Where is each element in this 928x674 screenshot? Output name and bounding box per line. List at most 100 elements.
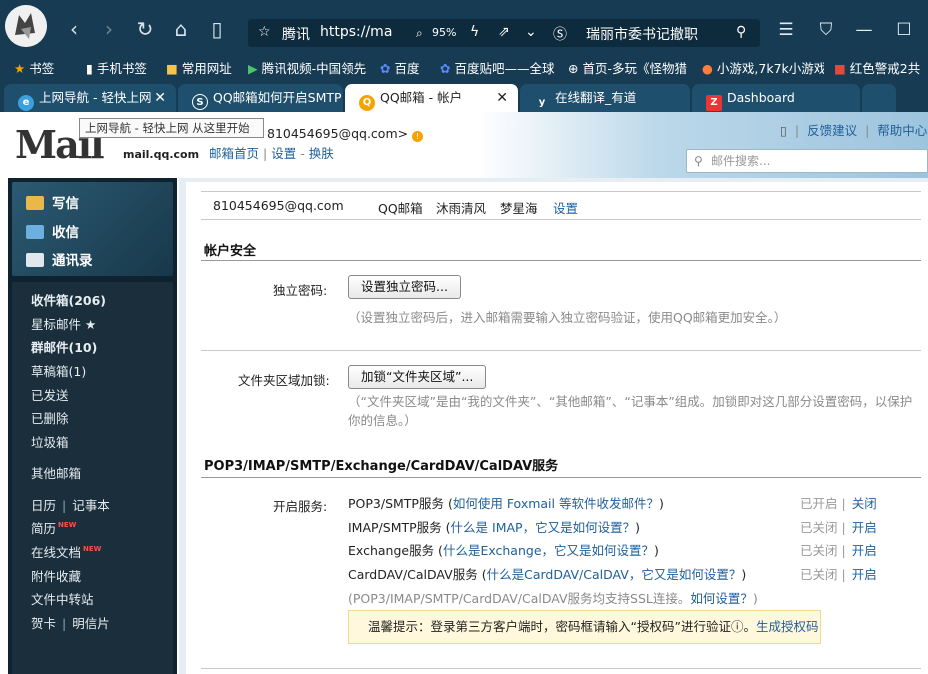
service-exchange: Exchange服务 (什么是Exchange，它又是如何设置？) — [348, 543, 659, 558]
carddav-toggle-link[interactable]: 开启 — [852, 567, 877, 582]
zoom-icon[interactable]: ⌕ — [416, 26, 423, 41]
mobile-icon[interactable]: ▯ — [780, 123, 787, 138]
contacts-button[interactable]: 通讯录 — [26, 249, 93, 269]
refresh-icon[interactable]: ↻ — [132, 16, 158, 42]
maximize-icon[interactable]: ☐ — [890, 16, 918, 44]
folder-list: 收件箱(206) 星标邮件 ★ 群邮件(10) 草稿箱(1) 已发送 已删除 垃… — [12, 282, 173, 674]
folder-spam[interactable]: 垃圾箱 — [31, 432, 69, 451]
bookmark-item[interactable]: ■ 红色警戒2共 — [834, 58, 928, 77]
bookmark-item[interactable]: ⊕ 首页-多玩《怪物猎 — [568, 58, 690, 77]
lightning-icon[interactable]: ϟ — [470, 24, 479, 40]
search-text[interactable]: 瑞丽市委书记撤职 — [586, 24, 698, 44]
pop3-help-link[interactable]: 如何使用 Foxmail 等软件收发邮件？ — [453, 496, 659, 511]
bookmark-star-icon[interactable]: ☆ — [258, 24, 271, 40]
navigation-site-icon: e — [18, 95, 34, 111]
dropdown-icon[interactable]: ⌄ — [525, 24, 537, 40]
help-link[interactable]: 帮助中心 — [877, 123, 927, 138]
game-icon: ■ — [834, 61, 846, 76]
folder-starred[interactable]: 星标邮件 ★ — [31, 314, 96, 333]
phone-icon: ▮ — [86, 61, 93, 76]
new-tab-button[interactable] — [862, 84, 896, 112]
imap-help-link[interactable]: 什么是 IMAP，它又是如何设置？ — [451, 520, 636, 535]
share-icon[interactable]: ⇗ — [498, 24, 510, 40]
compose-button[interactable]: 写信 — [26, 192, 79, 212]
calendar-link[interactable]: 日历 — [31, 498, 56, 513]
folder-other[interactable]: 其他邮箱 — [31, 463, 81, 482]
notes-link[interactable]: 记事本 — [72, 498, 110, 513]
site-name: 腾讯 — [282, 27, 310, 43]
search-icon[interactable]: ⚲ — [736, 24, 746, 40]
imap-toggle-link[interactable]: 开启 — [852, 520, 877, 535]
home-icon[interactable]: ⌂ — [168, 16, 194, 42]
folder-sent[interactable]: 已发送 — [31, 385, 69, 404]
tab-qq-mail[interactable]: Q QQ邮箱 - 帐户 ✕ — [345, 84, 518, 112]
folder-group[interactable]: 群邮件(10) — [31, 337, 97, 356]
lock-folder-button[interactable]: 加锁“文件夹区域”... — [348, 365, 487, 389]
resume-link[interactable]: 简历 NEW — [31, 518, 76, 537]
pop3-toggle-link[interactable]: 关闭 — [852, 496, 877, 511]
tab-tooltip: 上网导航 - 轻快上网 从这里开始 — [79, 118, 264, 138]
receive-button[interactable]: 收信 — [26, 221, 79, 241]
reader-icon[interactable]: ▯ — [204, 16, 230, 42]
browser-chrome: ‹ › ↻ ⌂ ▯ ☆ 腾讯 https://ma ⌕ 95% ϟ ⇗ ⌄ Ⓢ … — [0, 0, 928, 112]
dashboard-icon: Z — [706, 95, 722, 111]
folder-deleted[interactable]: 已删除 — [31, 408, 69, 427]
user-avatar[interactable] — [5, 5, 47, 47]
attachments-link[interactable]: 附件收藏 — [31, 566, 81, 585]
menu-icon[interactable]: ☰ — [772, 16, 800, 44]
bookmark-item[interactable]: ✿ 百度 — [380, 58, 419, 77]
close-icon[interactable]: ✕ — [496, 84, 508, 112]
bookmark-item[interactable]: ■ 常用网址 — [166, 58, 232, 77]
bookmark-item[interactable]: ✿ 百度贴吧——全球 — [440, 58, 556, 77]
file-transfer-link[interactable]: 文件中转站 — [31, 589, 94, 608]
search-engine-icon[interactable]: Ⓢ — [553, 24, 567, 44]
feedback-link[interactable]: 反馈建议 — [807, 123, 857, 138]
back-icon[interactable]: ‹ — [61, 16, 87, 42]
postcard-link[interactable]: 明信片 — [72, 616, 110, 631]
generate-auth-code-link[interactable]: 生成授权码 — [756, 619, 819, 634]
carddav-help-link[interactable]: 什么是CardDAV/CalDAV，它又是如何设置？ — [487, 567, 742, 582]
url-text[interactable]: https://ma — [320, 24, 392, 40]
bookmark-item[interactable]: ● 小游戏,7k7k小游戏 — [702, 58, 824, 77]
subnav-alias-1[interactable]: 沐雨清风 — [436, 198, 486, 217]
skin-link[interactable]: 换肤 — [309, 146, 334, 161]
mail-home-link[interactable]: 邮箱首页 — [209, 146, 259, 161]
divider — [201, 668, 921, 669]
minimize-icon[interactable]: — — [850, 16, 878, 44]
bookmark-item[interactable]: ▮ 手机书签 — [86, 58, 147, 77]
folder-inbox[interactable]: 收件箱(206) — [31, 290, 106, 309]
tab-youdao[interactable]: y 在线翻译_有道 — [520, 84, 690, 112]
carddav-status: 已关闭 | 开启 — [800, 567, 877, 582]
exchange-toggle-link[interactable]: 开启 — [852, 543, 877, 558]
services-label: 开启服务: — [273, 499, 328, 514]
divider — [201, 477, 921, 478]
address-bar[interactable]: ☆ 腾讯 https://ma ⌕ 95% ϟ ⇗ ⌄ Ⓢ 瑞丽市委书记撤职 ⚲ — [248, 19, 760, 47]
exchange-help-link[interactable]: 什么是Exchange，它又是如何设置？ — [443, 543, 654, 558]
account-address: 810454695@qq.com>! — [267, 126, 424, 142]
password-hint: （设置独立密码后，进入邮箱需要输入独立密码验证，使用QQ邮箱更加安全。） — [348, 310, 787, 325]
service-imap: IMAP/SMTP服务 (什么是 IMAP，它又是如何设置？) — [348, 520, 640, 535]
folder-drafts[interactable]: 草稿箱(1) — [31, 361, 86, 380]
subnav-alias-2[interactable]: 梦星海 — [500, 198, 538, 217]
warning-icon[interactable]: ! — [412, 131, 424, 142]
tab-qq-smtp[interactable]: S QQ邮箱如何开启SMTP — [178, 84, 343, 112]
forward-icon[interactable]: › — [96, 16, 122, 42]
pop3-status: 已开启 | 关闭 — [800, 496, 877, 511]
set-password-button[interactable]: 设置独立密码... — [348, 275, 461, 299]
greeting-card-link[interactable]: 贺卡 — [31, 616, 56, 631]
mail-search-input[interactable]: ⚲ 邮件搜索... — [686, 149, 928, 173]
bookmark-item[interactable]: ▶ 腾讯视频-中国领先 — [248, 58, 368, 77]
ssl-help-link[interactable]: 如何设置？ — [690, 591, 753, 606]
settings-link[interactable]: 设置 — [271, 146, 296, 161]
subnav-account[interactable]: 810454695@qq.com — [213, 198, 344, 213]
ssl-note: (POP3/IMAP/SMTP/CardDAV/CalDAV服务均支持SSL连接… — [348, 591, 758, 606]
close-icon[interactable]: ✕ — [154, 84, 166, 112]
bookmark-item[interactable]: ★ 书签 — [14, 58, 54, 77]
skin-icon[interactable]: ⛉ — [812, 16, 840, 44]
tab-navigation[interactable]: e 上网导航 - 轻快上网 ✕ — [4, 84, 176, 112]
tab-dashboard[interactable]: Z Dashboard — [692, 84, 860, 112]
subnav-settings[interactable]: 设置 — [553, 198, 578, 217]
subnav-qqmail[interactable]: QQ邮箱 — [378, 198, 423, 217]
online-docs-link[interactable]: 在线文档 NEW — [31, 542, 101, 561]
zoom-level[interactable]: 95% — [432, 26, 456, 39]
